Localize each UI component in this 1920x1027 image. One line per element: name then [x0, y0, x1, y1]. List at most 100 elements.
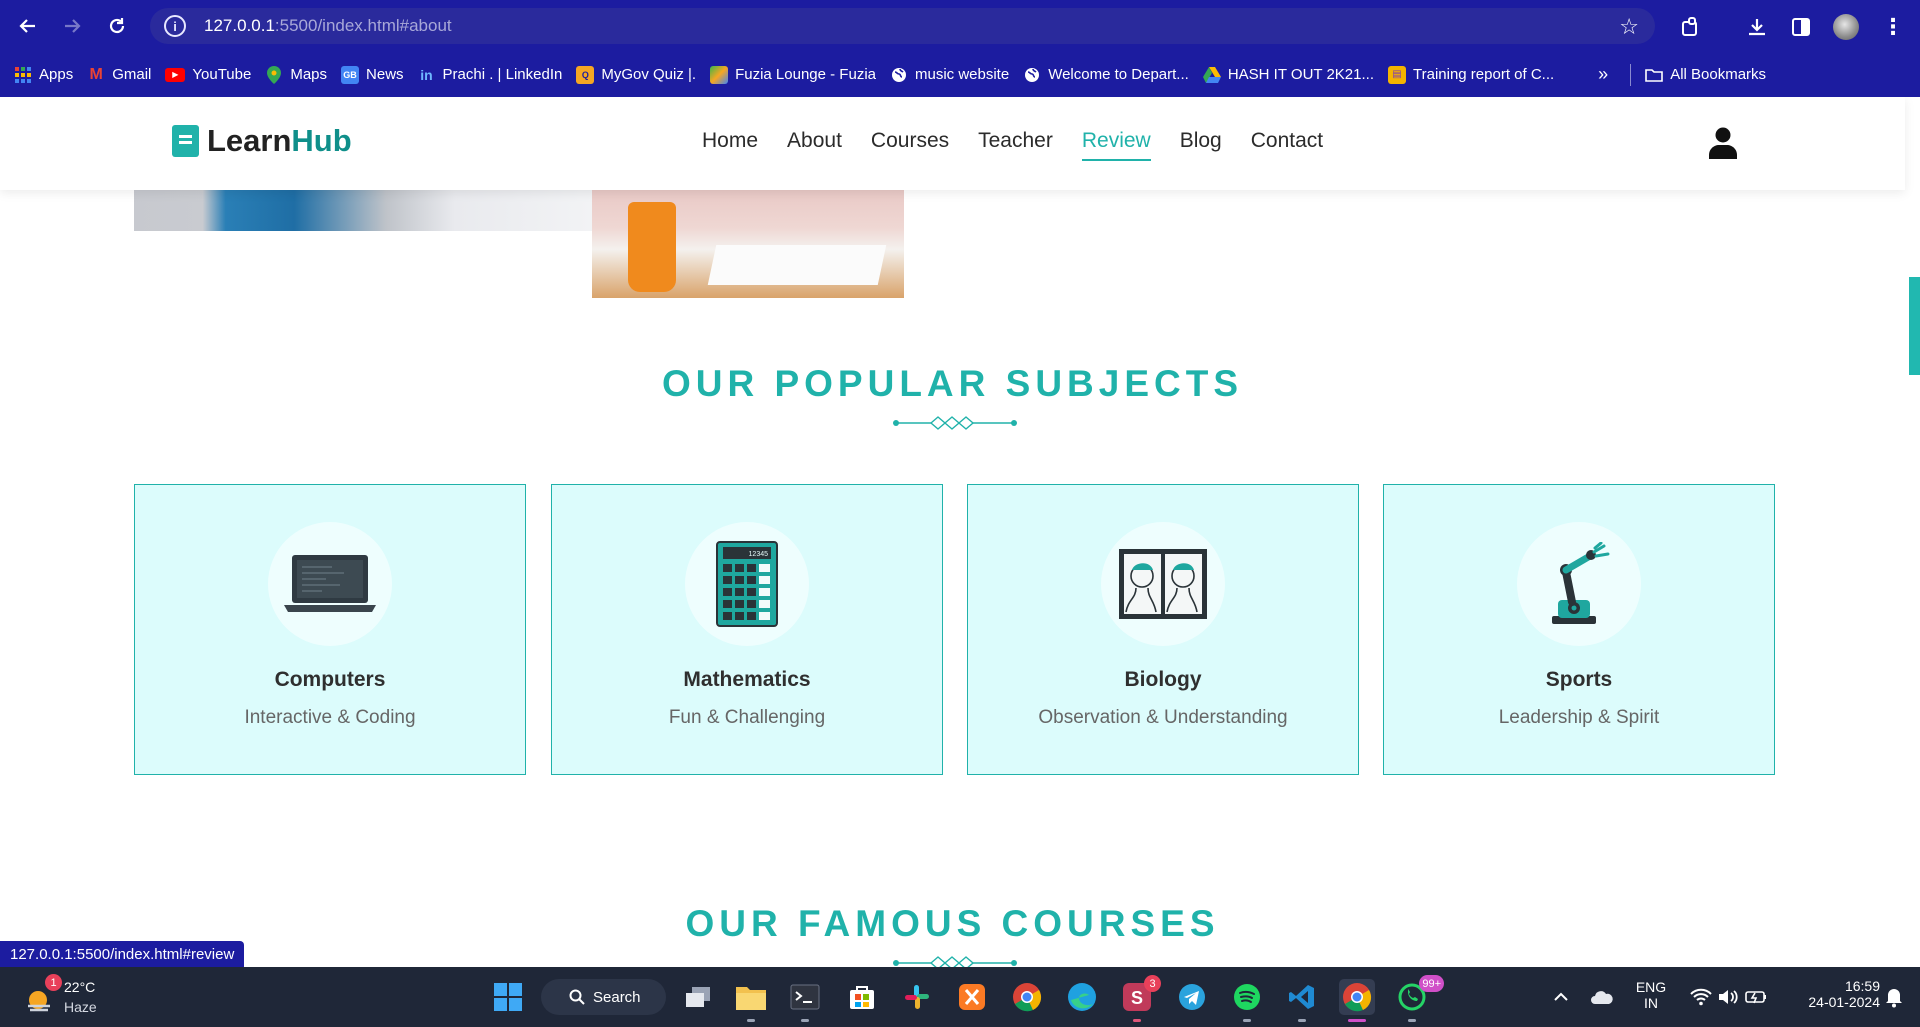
chrome-icon[interactable]	[1009, 979, 1045, 1015]
file-explorer-icon[interactable]	[733, 979, 769, 1022]
bookmark-linkedin[interactable]: in Prachi . | LinkedIn	[418, 66, 563, 84]
more-bookmarks-chevron-icon[interactable]: »	[1598, 64, 1608, 85]
clock[interactable]: 16:59 24-01-2024	[1780, 978, 1880, 1010]
card-subtitle: Leadership & Spirit	[1498, 707, 1660, 728]
calculator-display: 12345	[749, 551, 769, 558]
bookmark-training-report[interactable]: ▤ Training report of C...	[1388, 65, 1554, 84]
skype-icon[interactable]: S 3	[1119, 975, 1161, 1022]
globe-icon	[1023, 66, 1041, 84]
nav-review[interactable]: Review	[1081, 129, 1151, 161]
svg-text:S: S	[1131, 988, 1143, 1008]
site-header: Learn Hub Home About Courses Teacher Revi…	[0, 97, 1905, 190]
bookmark-welcome-department[interactable]: Welcome to Depart...	[1023, 66, 1189, 84]
telegram-icon[interactable]	[1174, 979, 1210, 1015]
spotify-icon[interactable]	[1229, 979, 1265, 1022]
whatsapp-icon[interactable]: 99+	[1394, 975, 1444, 1022]
profile-avatar[interactable]	[1831, 12, 1861, 42]
gmail-icon: M	[89, 65, 103, 83]
bookmark-label: Gmail	[112, 66, 152, 83]
site-logo[interactable]: Learn Hub	[172, 123, 352, 159]
language-top: ENG	[1635, 979, 1667, 995]
search-icon	[569, 989, 585, 1005]
title-divider-ornament	[893, 956, 1017, 967]
main-nav: Home About Courses Teacher Review Blog C…	[702, 129, 1352, 161]
about-image-student-writing	[592, 190, 904, 298]
extensions-icon[interactable]	[1676, 12, 1706, 42]
menu-kebab-icon[interactable]: ⋮	[1878, 12, 1908, 42]
onedrive-cloud-icon[interactable]	[1584, 979, 1620, 1015]
anatomy-icon	[1101, 522, 1225, 646]
xampp-icon[interactable]	[954, 979, 990, 1015]
chevron-up-icon[interactable]	[1543, 979, 1579, 1015]
battery-icon[interactable]	[1738, 979, 1774, 1015]
taskbar-search[interactable]: Search	[541, 979, 666, 1015]
vscode-icon[interactable]	[1284, 979, 1320, 1022]
bookmark-youtube[interactable]: ▶ YouTube	[165, 66, 251, 83]
bookmark-hash-it-out[interactable]: HASH IT OUT 2K21...	[1202, 66, 1374, 84]
bookmark-label: MyGov Quiz |.	[601, 66, 697, 83]
bookmark-label: News	[366, 66, 404, 83]
slack-icon[interactable]	[899, 979, 935, 1015]
weather-badge: 1	[45, 974, 62, 991]
mygov-icon: Q	[576, 65, 595, 84]
subject-card-sports[interactable]: Sports Leadership & Spirit	[1383, 484, 1775, 775]
calculator-icon: 12345	[685, 522, 809, 646]
skype-badge: 3	[1144, 975, 1161, 992]
bookmark-maps[interactable]: Maps	[265, 65, 327, 84]
language-indicator[interactable]: ENG IN	[1634, 979, 1668, 1011]
microsoft-store-icon[interactable]	[844, 979, 880, 1015]
page-viewport: Learn Hub Home About Courses Teacher Revi…	[0, 97, 1920, 967]
scroll-indicator[interactable]	[1909, 277, 1920, 375]
user-account-icon[interactable]	[1709, 127, 1737, 159]
folder-icon	[1645, 66, 1663, 84]
start-windows-icon[interactable]	[490, 979, 526, 1015]
nav-about[interactable]: About	[787, 129, 842, 159]
bookmark-label: Prachi . | LinkedIn	[442, 66, 563, 83]
about-image-backpack	[134, 190, 592, 231]
side-panel-icon[interactable]	[1786, 12, 1816, 42]
bookmark-label: Fuzia Lounge - Fuzia	[735, 66, 876, 83]
nav-teacher[interactable]: Teacher	[978, 129, 1053, 159]
task-view-icon[interactable]	[680, 979, 716, 1015]
nav-contact[interactable]: Contact	[1251, 129, 1323, 159]
nav-blog[interactable]: Blog	[1180, 129, 1222, 159]
bookmark-mygov[interactable]: Q MyGov Quiz |.	[576, 65, 697, 84]
title-divider-ornament	[893, 416, 1017, 430]
browser-toolbar: i 127.0.0.1:5500/index.html#about ☆ ⋮	[0, 0, 1920, 52]
address-bar[interactable]: i 127.0.0.1:5500/index.html#about ☆	[150, 8, 1655, 44]
forward-icon[interactable]	[58, 12, 86, 40]
chrome-active-icon[interactable]	[1339, 979, 1375, 1022]
whatsapp-badge: 99+	[1419, 975, 1444, 992]
reload-icon[interactable]	[103, 12, 131, 40]
bookmark-news[interactable]: GB News	[341, 65, 404, 84]
subject-card-biology[interactable]: Biology Observation & Understanding	[967, 484, 1359, 775]
subject-card-computers[interactable]: Computers Interactive & Coding	[134, 484, 526, 775]
downloads-icon[interactable]	[1742, 12, 1772, 42]
bookmark-apps[interactable]: Apps	[14, 66, 73, 84]
notification-bell-icon[interactable]	[1876, 979, 1912, 1015]
search-label: Search	[593, 988, 641, 1006]
site-info-icon[interactable]: i	[164, 15, 186, 37]
card-subtitle: Observation & Understanding	[1038, 707, 1288, 728]
card-title: Sports	[1545, 668, 1613, 691]
bookmark-fuzia[interactable]: Fuzia Lounge - Fuzia	[710, 65, 876, 84]
youtube-icon: ▶	[165, 67, 186, 82]
all-bookmarks-folder[interactable]: All Bookmarks	[1645, 66, 1766, 84]
terminal-icon[interactable]	[787, 979, 823, 1022]
forms-icon: ▤	[1388, 65, 1406, 84]
weather-widget[interactable]: 1	[22, 974, 62, 1016]
nav-courses[interactable]: Courses	[871, 129, 949, 159]
bookmark-gmail[interactable]: M Gmail	[87, 65, 152, 84]
robot-arm-icon	[1517, 522, 1641, 646]
bookmark-star-icon[interactable]: ☆	[1619, 14, 1639, 40]
edge-icon[interactable]	[1064, 979, 1100, 1015]
all-bookmarks-label: All Bookmarks	[1670, 66, 1767, 83]
nav-home[interactable]: Home	[702, 129, 758, 159]
logo-text-learn: Learn	[207, 123, 292, 158]
bookmark-music-website[interactable]: music website	[890, 66, 1009, 84]
notebook-paper	[707, 245, 887, 285]
card-title: Computers	[274, 668, 386, 691]
famous-courses-title: OUR FAMOUS COURSES	[685, 903, 1220, 944]
subject-card-mathematics[interactable]: 12345 Mathematics Fun & Challenging	[551, 484, 943, 775]
back-icon[interactable]	[14, 12, 42, 40]
